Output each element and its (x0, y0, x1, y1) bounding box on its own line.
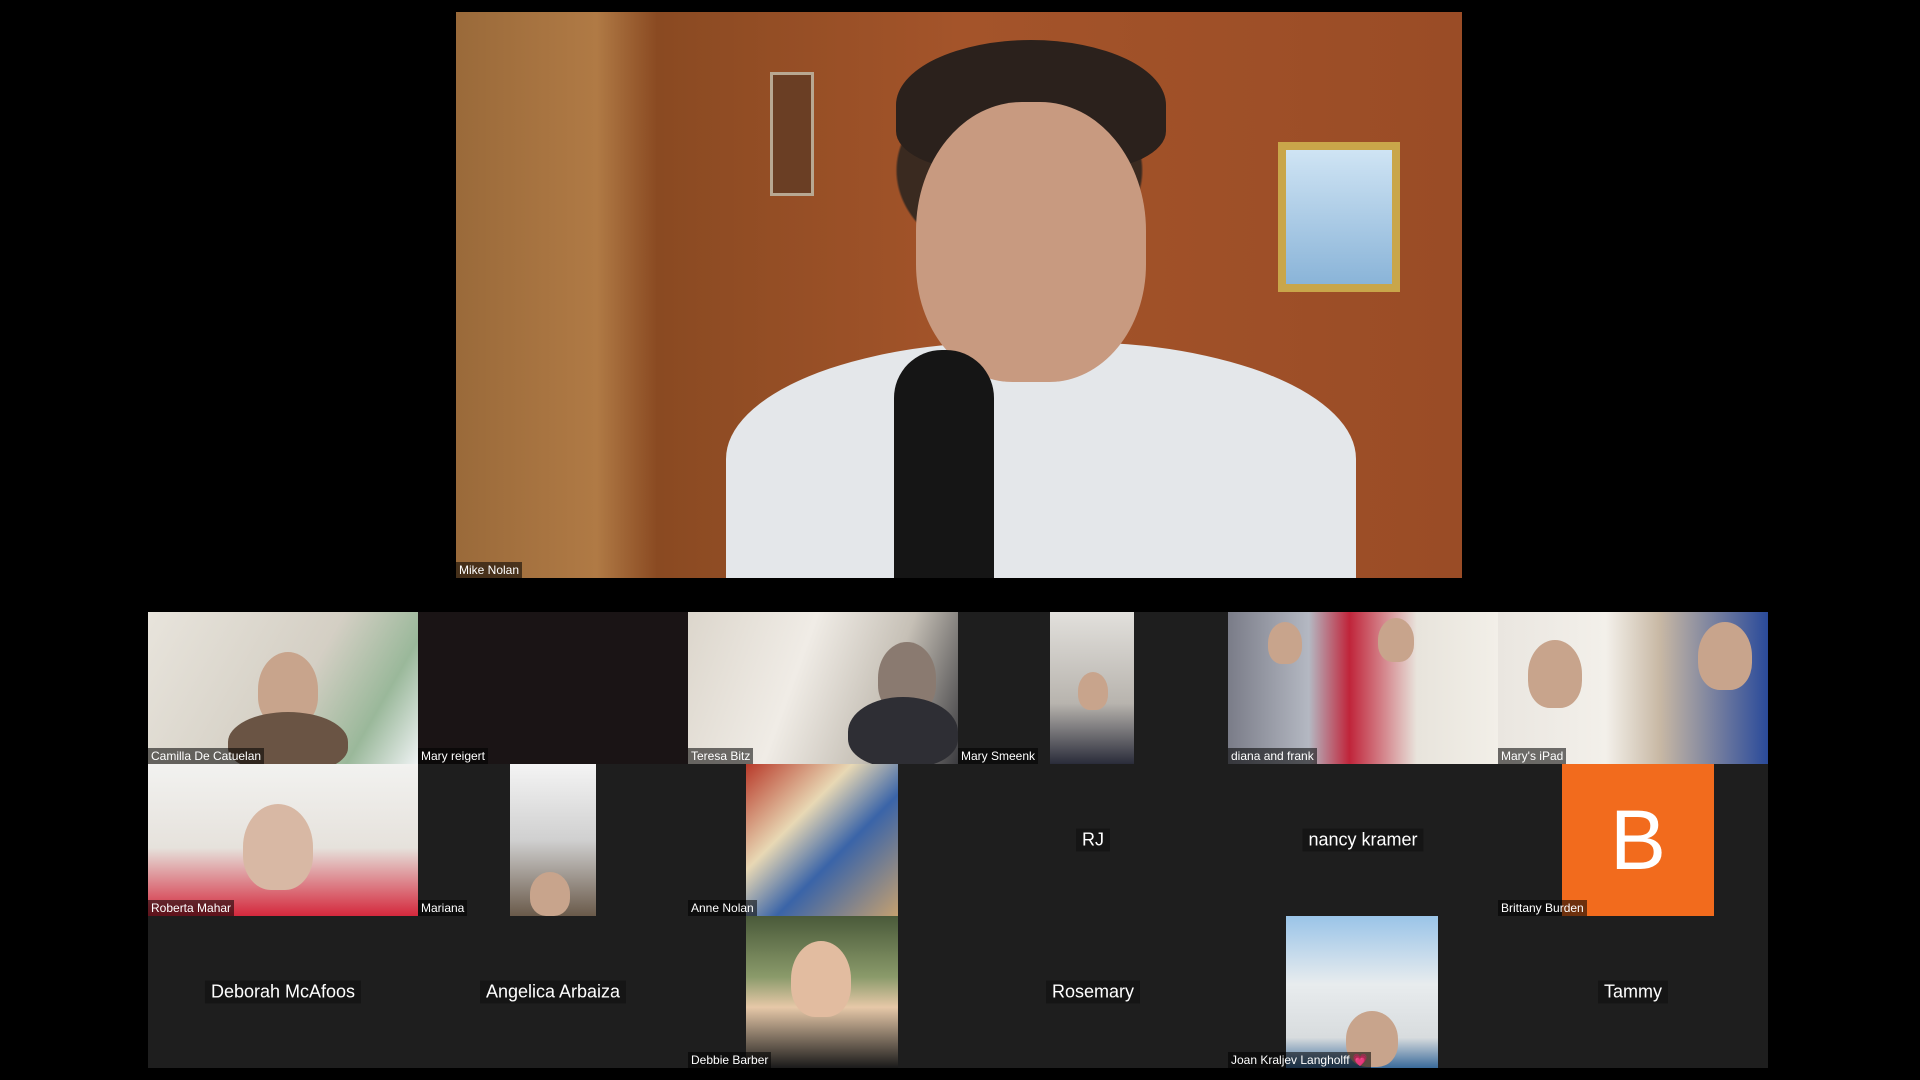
participant-tile[interactable]: Camilla De Catuelan (148, 612, 418, 764)
participant-name-text: Joan Kraljev Langholff (1231, 1053, 1350, 1067)
participant-name-placeholder: Rosemary (1045, 980, 1141, 1004)
participant-face (530, 872, 570, 916)
framed-painting (1278, 142, 1400, 292)
participant-name-label: Joan Kraljev Langholff 💗 (1228, 1052, 1371, 1068)
participant-name-label: Mary reigert (418, 748, 489, 764)
wall-picture (770, 72, 814, 196)
participant-tile[interactable]: Mary's iPad (1498, 612, 1768, 764)
participant-tile[interactable]: Deborah McAfoos (148, 916, 418, 1068)
participant-video (746, 916, 898, 1068)
participant-video (746, 764, 898, 916)
participant-name-label: Debbie Barber (688, 1052, 772, 1068)
participant-face (243, 804, 313, 890)
participant-name-label: Mary's iPad (1498, 748, 1567, 764)
participant-face (1698, 622, 1752, 690)
participant-name-placeholder: RJ (1076, 828, 1110, 852)
heart-icon: 💗 (1352, 1053, 1368, 1067)
participant-tile[interactable]: Joan Kraljev Langholff 💗 (1228, 916, 1498, 1068)
participant-tile[interactable]: B Brittany Burden (1498, 764, 1768, 916)
speaker-name-label: Mike Nolan (456, 562, 523, 578)
participant-tile[interactable]: Rosemary (958, 916, 1228, 1068)
participant-tile[interactable]: Mariana (418, 764, 688, 916)
participant-tile[interactable]: diana and frank (1228, 612, 1498, 764)
participant-video (148, 764, 418, 916)
participant-tile[interactable]: Anne Nolan (688, 764, 958, 916)
participant-name-placeholder: Deborah McAfoos (204, 980, 362, 1004)
participant-video (1498, 612, 1768, 764)
participant-tile[interactable]: Mary reigert (418, 612, 688, 764)
participant-name-label: Mariana (418, 900, 468, 916)
speaker-face (916, 102, 1146, 382)
participant-video (1228, 612, 1498, 764)
participant-name-label: Anne Nolan (688, 900, 757, 916)
avatar: B (1562, 764, 1714, 916)
participant-video (1286, 916, 1438, 1068)
participant-video (510, 764, 596, 916)
participant-name-label: Mary Smeenk (958, 748, 1039, 764)
participant-tile[interactable]: Debbie Barber (688, 916, 958, 1068)
participant-face (1078, 672, 1108, 710)
participant-name-placeholder: Tammy (1598, 980, 1668, 1004)
participant-face (791, 941, 851, 1017)
active-speaker-video[interactable]: Mike Nolan (456, 12, 1462, 578)
participant-tile[interactable]: Roberta Mahar (148, 764, 418, 916)
participant-tile[interactable]: Angelica Arbaiza (418, 916, 688, 1068)
participant-body (848, 697, 958, 764)
participant-video (1050, 612, 1134, 764)
participant-name-placeholder: Angelica Arbaiza (479, 980, 627, 1004)
participant-tile[interactable]: Teresa Bitz (688, 612, 958, 764)
participant-tile[interactable]: Tammy (1498, 916, 1768, 1068)
participant-face (1528, 640, 1582, 708)
participant-face (1268, 622, 1302, 664)
participant-name-label: Camilla De Catuelan (148, 748, 265, 764)
participant-tile[interactable]: nancy kramer (1228, 764, 1498, 916)
participant-face (1378, 618, 1414, 662)
participant-name-label: Roberta Mahar (148, 900, 235, 916)
participant-name-placeholder: nancy kramer (1302, 828, 1424, 852)
microphone (894, 350, 994, 578)
participant-video (148, 612, 418, 764)
participant-name-label: Brittany Burden (1498, 900, 1587, 916)
participant-name-label: Teresa Bitz (688, 748, 754, 764)
participant-tile[interactable]: Mary Smeenk (958, 612, 1228, 764)
participant-tile[interactable]: RJ (958, 764, 1228, 916)
participant-name-label: diana and frank (1228, 748, 1317, 764)
participant-video (688, 612, 958, 764)
